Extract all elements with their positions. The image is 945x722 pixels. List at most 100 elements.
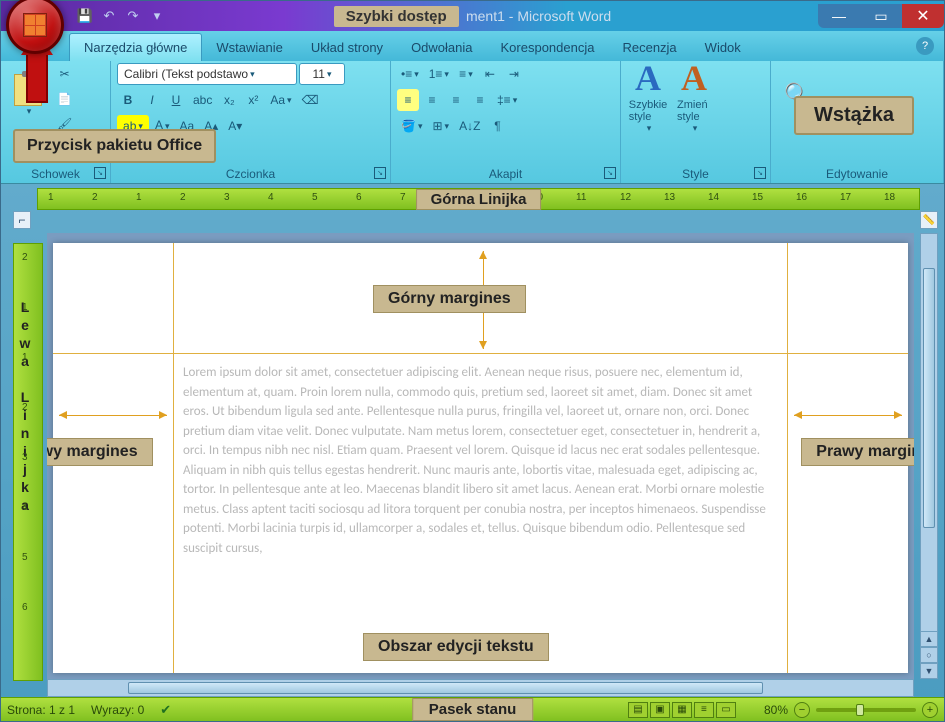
right-margin-arrow [794,415,902,416]
maximize-button[interactable]: ▭ [860,4,902,28]
copy-button[interactable]: 📄 [53,88,76,110]
vruler-tick: 5 [22,552,28,563]
ruler-tick: 16 [796,192,807,203]
edit-area-callout: Obszar edycji tekstu [363,633,549,661]
top-margin-line [53,353,908,354]
bullets-button[interactable]: •≡ [397,63,423,85]
proofing-icon[interactable]: ✔ [160,702,176,718]
show-marks-button[interactable]: ¶ [486,115,508,137]
titlebar: 💾 ↶ ↷ ▾ Szybki dostęp ment1 - Microsoft … [1,1,944,31]
print-layout-view[interactable]: ▤ [628,702,648,718]
ruler-tick: 17 [840,192,851,203]
tab-page-layout[interactable]: Układ strony [297,34,397,61]
justify-button[interactable]: ≡ [469,89,491,111]
tab-insert[interactable]: Wstawianie [202,34,296,61]
horizontal-ruler[interactable]: Górna Linijka 12123456789101112131415161… [37,188,920,210]
clipboard-launcher[interactable]: ↘ [94,167,106,179]
ruler-tick: 1 [136,192,142,203]
group-clipboard-label: Schowek [7,165,104,183]
qat-more-icon[interactable]: ▾ [148,7,166,25]
borders-button[interactable]: ⊞ [428,115,453,137]
draft-view[interactable]: ▭ [716,702,736,718]
vruler-tick: 4 [22,502,28,513]
office-logo-icon [23,13,47,37]
help-button[interactable]: ? [916,37,934,55]
vruler-tick: 1 [22,352,28,363]
tab-mailings[interactable]: Korespondencja [487,34,609,61]
select-browse-button[interactable]: ○ [920,647,938,663]
strike-button[interactable]: abc [189,89,216,111]
ruler-tick: 13 [664,192,675,203]
line-spacing-button[interactable]: ‡≡ [493,89,521,111]
web-layout-view[interactable]: ▦ [672,702,692,718]
align-left-button[interactable]: ≡ [397,89,419,111]
clear-format-button[interactable]: ⌫ [298,89,323,111]
change-styles-button[interactable]: A Zmień style [673,63,715,127]
font-launcher[interactable]: ↘ [374,167,386,179]
increase-indent-button[interactable]: ⇥ [503,63,525,85]
font-name-selector[interactable]: Calibri (Tekst podstawo [117,63,297,85]
save-icon[interactable]: 💾 [76,7,94,25]
decrease-indent-button[interactable]: ⇤ [479,63,501,85]
office-arrow-annotation [23,53,51,123]
sort-button[interactable]: A↓Z [455,115,484,137]
horizontal-scrollbar[interactable] [47,679,914,697]
font-size-selector[interactable]: 11 [299,63,345,85]
ruler-tick: 18 [884,192,895,203]
tab-home[interactable]: Narzędzia główne [69,33,202,61]
document-area: Górny margines Lorem ipsum dolor sit ame… [47,233,914,683]
italic-button[interactable]: I [141,89,163,111]
vruler-tick: 2 [22,252,28,263]
zoom-in-button[interactable]: + [922,702,938,718]
minimize-button[interactable]: — [818,4,860,28]
group-styles: A Szybkie style A Zmień style Style ↘ [621,61,771,183]
ruler-tick: 7 [400,192,406,203]
shrink-font-button[interactable]: A▾ [224,115,246,137]
hscroll-thumb[interactable] [128,682,763,694]
redo-icon[interactable]: ↷ [124,7,142,25]
outline-view[interactable]: ≡ [694,702,714,718]
subscript-button[interactable]: x₂ [218,89,240,111]
next-page-button[interactable]: ▼ [920,663,938,679]
page[interactable]: Górny margines Lorem ipsum dolor sit ame… [53,243,908,673]
align-center-button[interactable]: ≡ [421,89,443,111]
close-button[interactable]: ✕ [902,4,944,28]
vruler-tick: 2 [22,402,28,413]
numbering-button[interactable]: 1≡ [425,63,453,85]
ruler-tick: 11 [576,192,586,203]
underline-button[interactable]: U [165,89,187,111]
prev-page-button[interactable]: ▲ [920,631,938,647]
full-screen-view[interactable]: ▣ [650,702,670,718]
group-paragraph-label: Akapit [397,165,614,183]
align-right-button[interactable]: ≡ [445,89,467,111]
tab-references[interactable]: Odwołania [397,34,486,61]
vruler-tick: 1 [22,302,28,313]
body-text[interactable]: Lorem ipsum dolor sit amet, consectetuer… [183,363,778,558]
zoom-thumb[interactable] [856,704,864,716]
change-case-button[interactable]: Aa [266,89,295,111]
ruler-tick: 3 [224,192,230,203]
vertical-scrollbar[interactable] [920,233,938,663]
tab-stop-selector[interactable]: ⌐ [13,211,31,229]
shading-button[interactable]: 🪣 [397,115,426,137]
ruler-tick: 14 [708,192,719,203]
paragraph-launcher[interactable]: ↘ [604,167,616,179]
left-margin-line [173,243,174,673]
styles-launcher[interactable]: ↘ [754,167,766,179]
ruler-toggle-button[interactable]: 📏 [920,211,938,229]
group-font-label: Czcionka [117,165,384,183]
quick-styles-button[interactable]: A Szybkie style [627,63,669,127]
page-status[interactable]: Strona: 1 z 1 [7,703,75,717]
ruler-tick: 15 [752,192,763,203]
zoom-slider[interactable] [816,708,916,712]
superscript-button[interactable]: x² [242,89,264,111]
cut-button[interactable]: ✂ [53,63,76,85]
undo-icon[interactable]: ↶ [100,7,118,25]
zoom-out-button[interactable]: − [794,702,810,718]
vscroll-thumb[interactable] [923,268,935,528]
multilevel-button[interactable]: ≡ [455,63,477,85]
zoom-level[interactable]: 80% [764,703,788,717]
bold-button[interactable]: B [117,89,139,111]
word-count[interactable]: Wyrazy: 0 [91,703,144,717]
vertical-ruler[interactable]: Lewa Linijka 21123456 [13,243,43,681]
